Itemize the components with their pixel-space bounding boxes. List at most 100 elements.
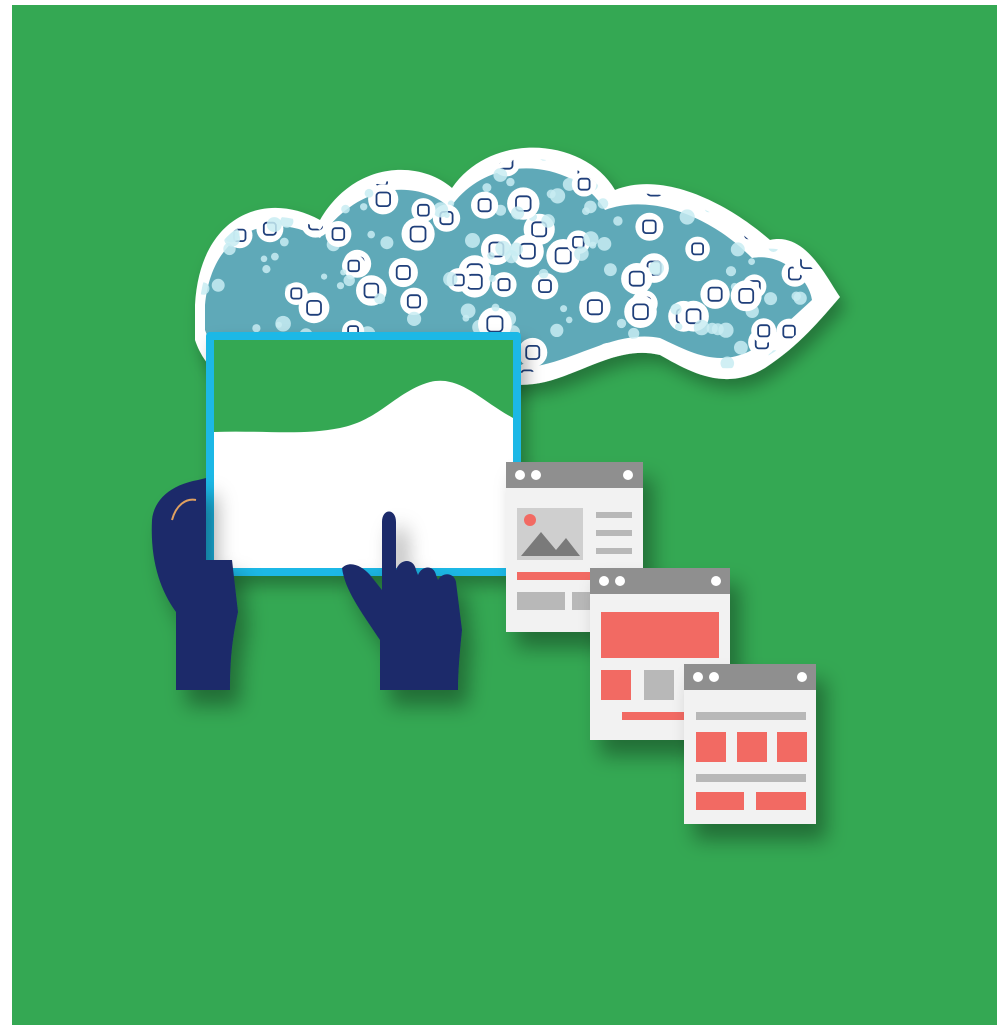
content-block — [696, 792, 744, 810]
pointer-icon — [730, 280, 762, 312]
window-dot — [615, 576, 625, 586]
pointer-icon — [400, 287, 428, 315]
bubble — [340, 269, 347, 276]
bubble — [764, 292, 778, 306]
bubble — [262, 265, 271, 274]
bubble — [793, 291, 807, 305]
bubble — [693, 319, 710, 336]
bubble — [407, 311, 422, 326]
clock-icon — [401, 217, 435, 251]
text-line — [596, 530, 632, 536]
bubble — [266, 217, 282, 233]
bubble — [589, 241, 597, 249]
bubble — [364, 188, 374, 198]
window-dot — [515, 470, 525, 480]
bubble — [730, 242, 745, 257]
bubble — [482, 183, 492, 193]
sun-icon — [524, 514, 536, 526]
bubble — [675, 323, 683, 331]
bubble — [711, 323, 724, 336]
cart-icon — [579, 291, 611, 323]
bubble — [341, 204, 350, 214]
folder-icon — [471, 191, 499, 219]
bubble — [462, 314, 470, 322]
content-block — [601, 670, 631, 700]
bubble — [604, 263, 617, 277]
illustration — [0, 0, 1001, 1026]
content-block — [644, 670, 674, 700]
bubble — [748, 258, 755, 265]
window-dot — [599, 576, 609, 586]
bubble — [367, 230, 376, 239]
bubble — [670, 303, 682, 315]
bubble — [725, 266, 737, 277]
bubble — [380, 236, 394, 250]
window-dot — [797, 672, 807, 682]
bubble — [574, 246, 589, 261]
bubble — [495, 240, 511, 257]
window-title-bar — [506, 462, 643, 488]
content-block — [517, 592, 565, 610]
bubble — [560, 305, 568, 313]
bubble — [597, 198, 609, 209]
bubble — [628, 327, 640, 340]
bubble — [649, 260, 664, 276]
bubble — [538, 268, 549, 279]
hero-block — [601, 612, 719, 658]
bubble — [613, 216, 623, 226]
text-line — [596, 512, 632, 518]
bubble — [260, 255, 268, 263]
bubble — [443, 271, 458, 287]
window-dot — [693, 672, 703, 682]
window-dot — [531, 470, 541, 480]
content-block — [737, 732, 767, 762]
bubble — [321, 273, 328, 280]
bubble — [343, 274, 355, 287]
window-dot — [709, 672, 719, 682]
content-block — [777, 732, 807, 762]
bubble — [271, 252, 279, 261]
bubble — [584, 200, 597, 214]
bubble — [550, 323, 564, 337]
window-title-bar — [684, 664, 816, 690]
bubble — [506, 177, 515, 187]
bubble — [509, 242, 523, 257]
text-line — [696, 774, 806, 782]
bubble — [336, 282, 345, 290]
bubble — [550, 188, 566, 204]
music-icon — [635, 212, 664, 241]
calendar-icon — [411, 198, 436, 223]
clock-icon — [685, 236, 710, 262]
text-line — [696, 712, 806, 720]
accent-bar — [622, 712, 692, 720]
window-title-bar — [590, 568, 730, 594]
bubble — [541, 214, 555, 228]
bubble — [211, 278, 225, 292]
cart-icon — [325, 221, 352, 247]
bubble — [275, 315, 291, 332]
illustration-canvas — [12, 5, 997, 1025]
bubble — [374, 293, 386, 305]
bubble — [493, 168, 508, 182]
bubble — [279, 237, 289, 247]
gift-icon — [700, 279, 730, 309]
mail-icon — [491, 272, 517, 298]
bubble — [679, 209, 695, 225]
play-icon — [751, 318, 777, 344]
bubble — [510, 206, 525, 220]
bubble — [491, 303, 500, 312]
content-block — [696, 732, 726, 762]
bubble — [252, 324, 261, 333]
window-dot — [623, 470, 633, 480]
phone-icon — [368, 184, 399, 215]
clock-icon — [518, 337, 548, 368]
bubble — [597, 237, 612, 251]
bubble — [565, 316, 573, 324]
bubble — [488, 275, 496, 282]
search-icon — [388, 257, 418, 288]
clock-icon — [621, 263, 653, 295]
bubble — [616, 318, 627, 329]
bubble — [487, 252, 495, 260]
bubble — [443, 212, 450, 218]
text-line — [596, 548, 632, 554]
